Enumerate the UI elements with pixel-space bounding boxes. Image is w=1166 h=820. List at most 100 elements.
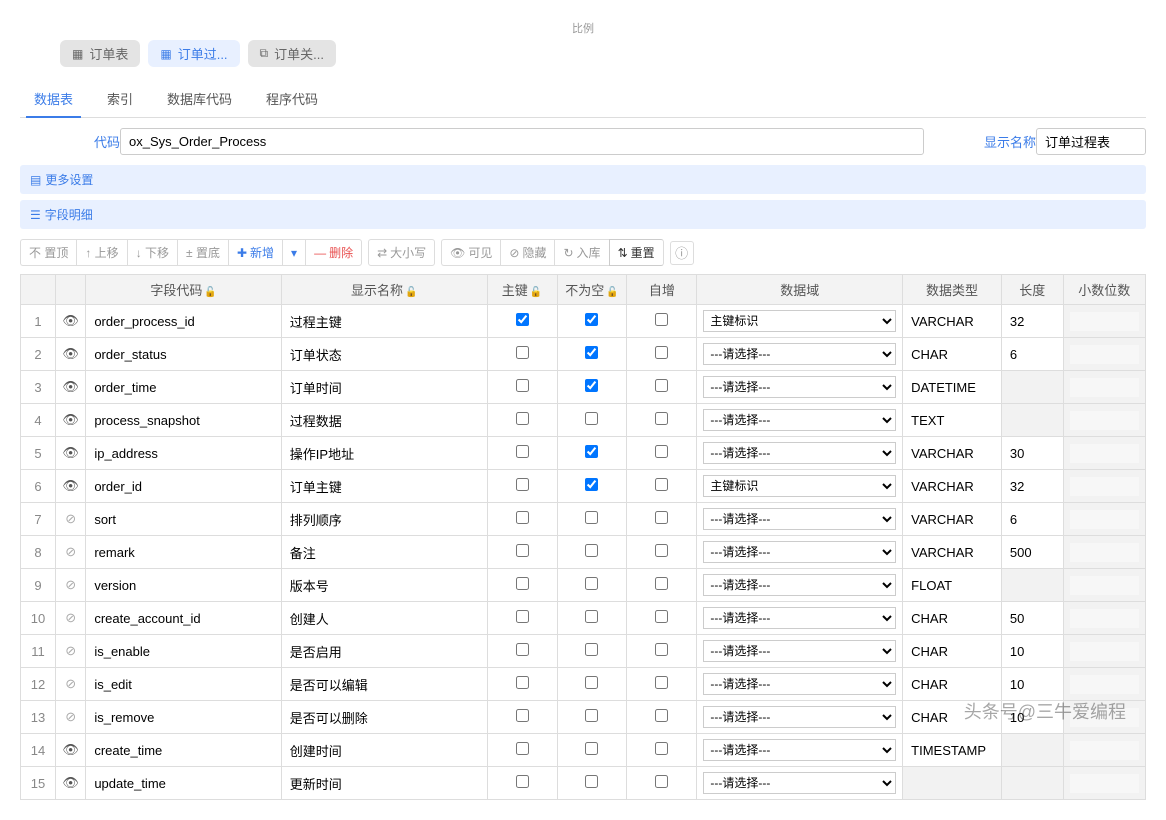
field-code-input[interactable] [92,609,274,628]
table-row[interactable]: 14 👁 ---请选择--- [21,734,1146,767]
decimals-input[interactable] [1070,642,1139,661]
domain-select[interactable]: ---请选择--- [703,772,896,794]
table-row[interactable]: 2 👁 ---请选择--- [21,338,1146,371]
table-row[interactable]: 10 ⊘ ---请选择--- [21,602,1146,635]
length-input[interactable] [1008,774,1057,793]
decimals-input[interactable] [1070,444,1139,463]
datatype-input[interactable] [909,477,995,496]
table-row[interactable]: 6 👁 主键标识 [21,470,1146,503]
notnull-checkbox[interactable] [585,643,598,656]
field-name-input[interactable] [288,543,481,562]
table-row[interactable]: 13 ⊘ ---请选择--- [21,701,1146,734]
pk-checkbox[interactable] [516,742,529,755]
table-row[interactable]: 9 ⊘ ---请选择--- [21,569,1146,602]
field-name-input[interactable] [288,411,481,430]
decimals-input[interactable] [1070,411,1139,430]
decimals-input[interactable] [1070,609,1139,628]
visibility-toggle-icon[interactable]: 👁 [62,379,79,394]
field-name-input[interactable] [288,675,481,694]
notnull-checkbox[interactable] [585,676,598,689]
case-button[interactable]: ⇄ 大小写 [368,239,435,266]
visibility-toggle-icon[interactable]: ⊘ [65,511,76,526]
decimals-input[interactable] [1070,675,1139,694]
delete-button[interactable]: — 删除 [305,239,362,266]
length-input[interactable] [1008,477,1057,496]
pk-checkbox[interactable] [516,379,529,392]
length-input[interactable] [1008,675,1057,694]
reset-button[interactable]: ⇅ 重置 [609,239,664,266]
domain-select[interactable]: 主键标识 [703,475,896,497]
pk-checkbox[interactable] [516,775,529,788]
datatype-input[interactable] [909,543,995,562]
autoinc-checkbox[interactable] [655,478,668,491]
field-name-input[interactable] [288,741,481,760]
notnull-checkbox[interactable] [585,775,598,788]
visibility-toggle-icon[interactable]: ⊘ [65,544,76,559]
sub-tab[interactable]: 数据表 [26,81,81,118]
entity-tab[interactable]: ▦订单过... [148,40,239,67]
visible-button[interactable]: 👁 可见 [441,239,500,266]
datatype-input[interactable] [909,345,995,364]
more-settings-header[interactable]: ▤ 更多设置 [20,165,1146,194]
datatype-input[interactable] [909,741,995,760]
decimals-input[interactable] [1070,708,1139,727]
datatype-input[interactable] [909,510,995,529]
domain-select[interactable]: ---请选择--- [703,343,896,365]
decimals-input[interactable] [1070,345,1139,364]
length-input[interactable] [1008,510,1057,529]
datatype-input[interactable] [909,411,995,430]
sub-tab[interactable]: 索引 [99,81,141,118]
table-row[interactable]: 1 👁 主键标识 [21,305,1146,338]
domain-select[interactable]: ---请选择--- [703,541,896,563]
datatype-input[interactable] [909,444,995,463]
pk-checkbox[interactable] [516,346,529,359]
up-button[interactable]: ↑ 上移 [76,239,126,266]
domain-select[interactable]: ---请选择--- [703,409,896,431]
visibility-toggle-icon[interactable]: 👁 [62,775,79,790]
length-input[interactable] [1008,312,1057,331]
notnull-checkbox[interactable] [585,412,598,425]
visibility-toggle-icon[interactable]: 👁 [62,346,79,361]
autoinc-checkbox[interactable] [655,379,668,392]
notnull-checkbox[interactable] [585,346,598,359]
decimals-input[interactable] [1070,774,1139,793]
length-input[interactable] [1008,345,1057,364]
visibility-toggle-icon[interactable]: ⊘ [65,577,76,592]
datatype-input[interactable] [909,576,995,595]
field-code-input[interactable] [92,345,274,364]
decimals-input[interactable] [1070,378,1139,397]
visibility-toggle-icon[interactable]: 👁 [62,742,79,757]
domain-select[interactable]: ---请选择--- [703,376,896,398]
notnull-checkbox[interactable] [585,709,598,722]
length-input[interactable] [1008,444,1057,463]
field-name-input[interactable] [288,378,481,397]
field-code-input[interactable] [92,477,274,496]
length-input[interactable] [1008,576,1057,595]
field-code-input[interactable] [92,741,274,760]
domain-select[interactable]: ---请选择--- [703,706,896,728]
notnull-checkbox[interactable] [585,742,598,755]
autoinc-checkbox[interactable] [655,313,668,326]
field-name-input[interactable] [288,477,481,496]
autoinc-checkbox[interactable] [655,610,668,623]
display-name-input[interactable] [1036,128,1146,155]
pk-checkbox[interactable] [516,577,529,590]
pk-checkbox[interactable] [516,643,529,656]
autoinc-checkbox[interactable] [655,577,668,590]
datatype-input[interactable] [909,378,995,397]
field-code-input[interactable] [92,444,274,463]
domain-select[interactable]: ---请选择--- [703,640,896,662]
visibility-toggle-icon[interactable]: ⊘ [65,709,76,724]
domain-select[interactable]: 主键标识 [703,310,896,332]
length-input[interactable] [1008,741,1057,760]
autoinc-checkbox[interactable] [655,511,668,524]
visibility-toggle-icon[interactable]: ⊘ [65,676,76,691]
pk-checkbox[interactable] [516,313,529,326]
notnull-checkbox[interactable] [585,445,598,458]
pk-checkbox[interactable] [516,445,529,458]
autoinc-checkbox[interactable] [655,709,668,722]
table-row[interactable]: 4 👁 ---请选择--- [21,404,1146,437]
notnull-checkbox[interactable] [585,478,598,491]
length-input[interactable] [1008,708,1057,727]
add-button[interactable]: ✚ 新增 [228,239,282,266]
